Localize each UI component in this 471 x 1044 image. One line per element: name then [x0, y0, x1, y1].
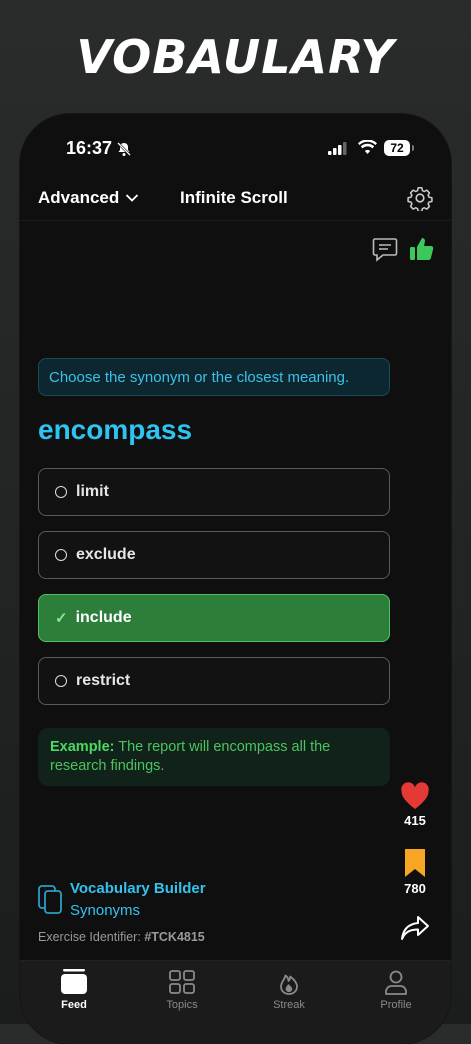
radio-circle-icon — [55, 549, 67, 561]
gear-icon[interactable] — [407, 185, 433, 216]
category-link[interactable]: Vocabulary Builder — [70, 880, 206, 897]
checkmark-icon: ✓ — [55, 610, 68, 627]
phone-frame: 16:37 72 Advanced Infinite Scroll Choose… — [20, 114, 451, 1044]
chevron-down-icon — [125, 188, 139, 208]
bottom-tab-bar: Feed Topics Streak Profile — [20, 960, 451, 1044]
top-bar: Advanced Infinite Scroll — [20, 178, 451, 221]
level-label: Advanced — [38, 188, 120, 207]
option-label: restrict — [76, 672, 131, 689]
answer-option-exclude[interactable]: exclude — [38, 531, 390, 579]
example-box: Example: The report will encompass all t… — [38, 728, 390, 786]
level-dropdown[interactable]: Advanced — [38, 188, 139, 208]
grid-icon — [169, 970, 195, 994]
signal-icon — [328, 142, 348, 160]
flame-icon — [280, 974, 298, 995]
question-prompt: Choose the synonym or the closest meanin… — [38, 358, 390, 396]
share-icon — [393, 914, 437, 945]
tab-label: Topics — [166, 999, 198, 1011]
battery-indicator: 72 — [384, 140, 414, 156]
status-time: 16:37 — [66, 138, 113, 158]
comment-icon[interactable] — [371, 235, 399, 268]
bookmark-action[interactable]: 780 — [393, 848, 437, 896]
subcategory-link[interactable]: Synonyms — [70, 902, 140, 919]
answer-option-include[interactable]: ✓ include — [38, 594, 390, 642]
example-label: Example: — [50, 739, 115, 755]
answer-options: limit exclude ✓ include restrict — [38, 468, 390, 720]
like-action[interactable]: 415 — [393, 782, 437, 828]
status-bar: 16:37 72 — [20, 138, 451, 162]
exercise-identifier-label: Exercise Identifier: — [38, 930, 141, 944]
like-count: 415 — [404, 813, 426, 828]
tab-feed[interactable]: Feed — [39, 969, 109, 1011]
option-label: exclude — [76, 546, 136, 563]
feed-title: Infinite Scroll — [180, 188, 288, 207]
tab-label: Profile — [380, 999, 412, 1011]
feed-icon — [61, 969, 87, 994]
exercise-identifier: Exercise Identifier: #TCK4815 — [38, 930, 205, 944]
radio-circle-icon — [55, 486, 67, 498]
bookmark-count: 780 — [404, 881, 426, 896]
answer-option-restrict[interactable]: restrict — [38, 657, 390, 705]
person-icon — [385, 970, 407, 995]
target-word: encompass — [38, 414, 193, 445]
answer-option-limit[interactable]: limit — [38, 468, 390, 516]
bookmark-icon — [393, 848, 437, 881]
radio-circle-icon — [55, 675, 67, 687]
tab-profile[interactable]: Profile — [361, 969, 431, 1011]
share-action[interactable] — [393, 914, 437, 945]
tab-label: Feed — [61, 999, 87, 1011]
bell-muted-icon — [116, 141, 132, 162]
heart-icon — [393, 782, 437, 813]
wifi-icon — [358, 139, 377, 160]
exercise-identifier-value: #TCK4815 — [144, 930, 205, 944]
option-label: limit — [76, 483, 109, 500]
option-label: include — [75, 609, 132, 626]
tab-streak[interactable]: Streak — [254, 969, 324, 1011]
post-top-actions — [371, 234, 437, 269]
tab-topics[interactable]: Topics — [147, 969, 217, 1011]
thumbs-up-icon[interactable] — [407, 234, 437, 269]
app-brand-title: VOBAULARY — [76, 30, 395, 84]
tab-label: Streak — [273, 999, 305, 1011]
cards-icon — [38, 885, 64, 920]
